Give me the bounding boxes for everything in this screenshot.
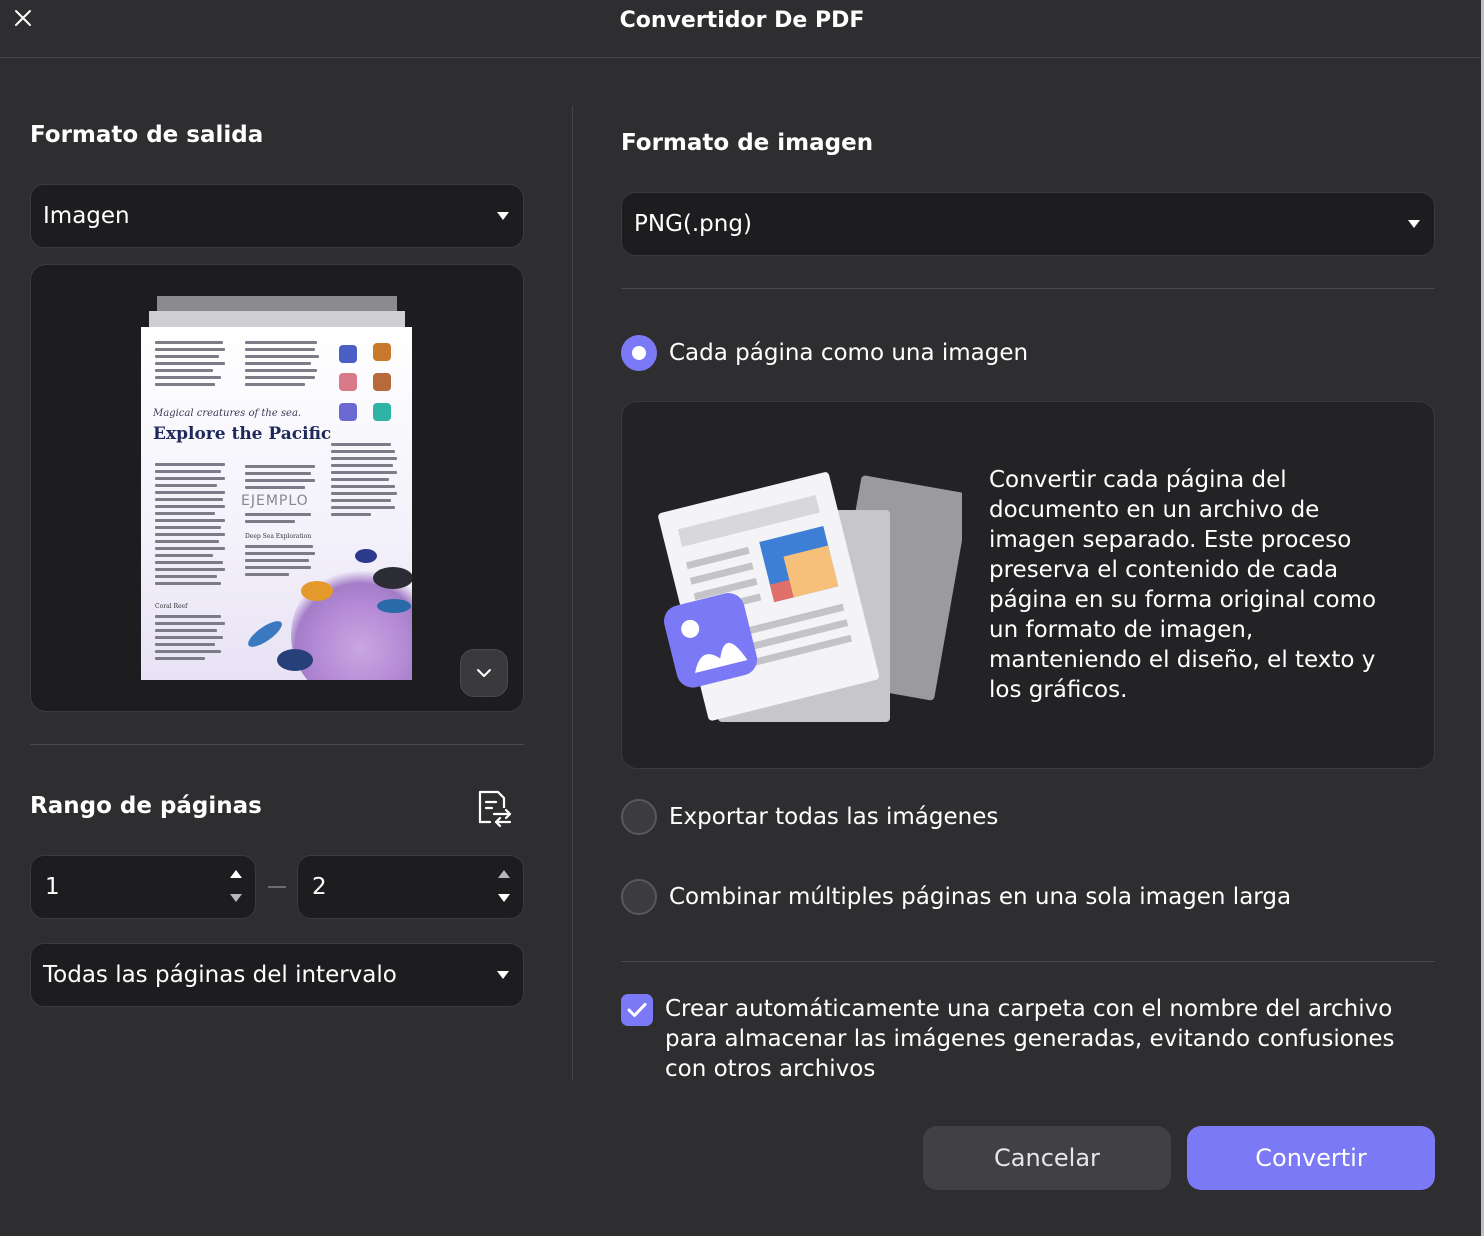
fish-illustration [277,649,313,671]
range-separator [268,886,286,888]
increment-arrow[interactable] [498,870,510,878]
divider [621,288,1435,289]
option-each-page-label: Cada página como una imagen [669,340,1029,366]
text-block [245,513,317,527]
fish-illustration [355,549,377,563]
chevron-down-icon [497,971,509,979]
section-heading: Deep Sea Exploration [245,533,312,540]
option-combine-label: Combinar múltiples páginas en una sola i… [669,884,1292,910]
document-preview: Magical creatures of the sea. Explore th… [30,264,524,712]
coral-illustration [373,343,391,361]
option-export-all-label: Exportar todas las imágenes [669,804,999,830]
watermark: EJEMPLO [241,493,309,509]
page-to-field[interactable]: 2 [297,855,524,919]
page-subtitle: Magical creatures of the sea. [153,408,302,419]
expand-preview-button[interactable] [460,649,508,697]
increment-arrow[interactable] [230,870,242,878]
image-format-select[interactable]: PNG(.png) [621,192,1435,256]
divider [30,744,524,745]
coral-illustration [373,373,391,391]
radio-unselected[interactable] [621,879,657,915]
option-export-all[interactable]: Exportar todas las imágenes [621,799,998,835]
preview-page-thumbnail: Magical creatures of the sea. Explore th… [141,327,412,680]
output-format-value: Imagen [43,203,130,229]
coral-illustration [339,403,357,421]
fish-illustration [377,599,411,613]
page-to-value: 2 [312,874,327,900]
output-format-title: Formato de salida [30,122,264,148]
image-format-title: Formato de imagen [621,130,874,156]
radio-selected[interactable] [621,335,657,371]
page-from-field[interactable]: 1 [30,855,256,919]
cancel-button[interactable]: Cancelar [923,1126,1171,1190]
title-bar: Convertidor De PDF [0,0,1484,58]
fish-illustration [373,567,412,589]
text-block [245,545,317,580]
text-block [245,465,317,493]
text-block [155,463,227,589]
section-heading: Coral Reef [155,603,188,610]
output-format-select[interactable]: Imagen [30,184,524,248]
page-range-title: Rango de páginas [30,793,262,819]
text-block [245,341,321,390]
fish-illustration [244,616,286,652]
coral-illustration [339,373,357,391]
window-title: Convertidor De PDF [619,8,865,33]
option-each-page[interactable]: Cada página como una imagen [621,335,1028,371]
option-description-card: Convertir cada página del documento en u… [621,401,1435,769]
document-swap-icon [478,790,512,828]
fish-illustration [301,581,333,601]
page-heading: Explore the Pacific [153,424,332,444]
pdf-converter-dialog: Convertidor De PDF Formato de salida Ima… [0,0,1484,1236]
chevron-down-icon [1408,220,1420,228]
page-range-mode-select[interactable]: Todas las páginas del intervalo [30,943,524,1007]
page-range-swap-button[interactable] [474,788,514,828]
option-combine[interactable]: Combinar múltiples páginas en una sola i… [621,879,1291,915]
option-description-text: Convertir cada página del documento en u… [989,467,1377,703]
page-from-stepper [229,870,243,902]
radio-unselected[interactable] [621,799,657,835]
decrement-arrow[interactable] [498,894,510,902]
text-block [155,341,227,390]
text-block [331,443,399,520]
text-block [155,615,227,664]
checkmark-icon [627,1003,647,1017]
decrement-arrow[interactable] [230,894,242,902]
coral-illustration [339,345,357,363]
auto-folder-checkbox[interactable] [621,994,653,1026]
image-format-value: PNG(.png) [634,211,752,237]
page-to-stepper [497,870,511,902]
convert-button[interactable]: Convertir [1187,1126,1435,1190]
auto-folder-option[interactable]: Crear automáticamente una carpeta con el… [621,994,1435,1078]
document-to-image-icon [658,472,962,722]
auto-folder-label: Crear automáticamente una carpeta con el… [665,996,1395,1078]
column-divider [572,106,573,1081]
chevron-down-icon [477,669,491,677]
page-range-mode-value: Todas las páginas del intervalo [43,962,397,988]
page-from-value: 1 [45,874,60,900]
coral-illustration [373,403,391,421]
chevron-down-icon [497,212,509,220]
divider [621,961,1435,962]
